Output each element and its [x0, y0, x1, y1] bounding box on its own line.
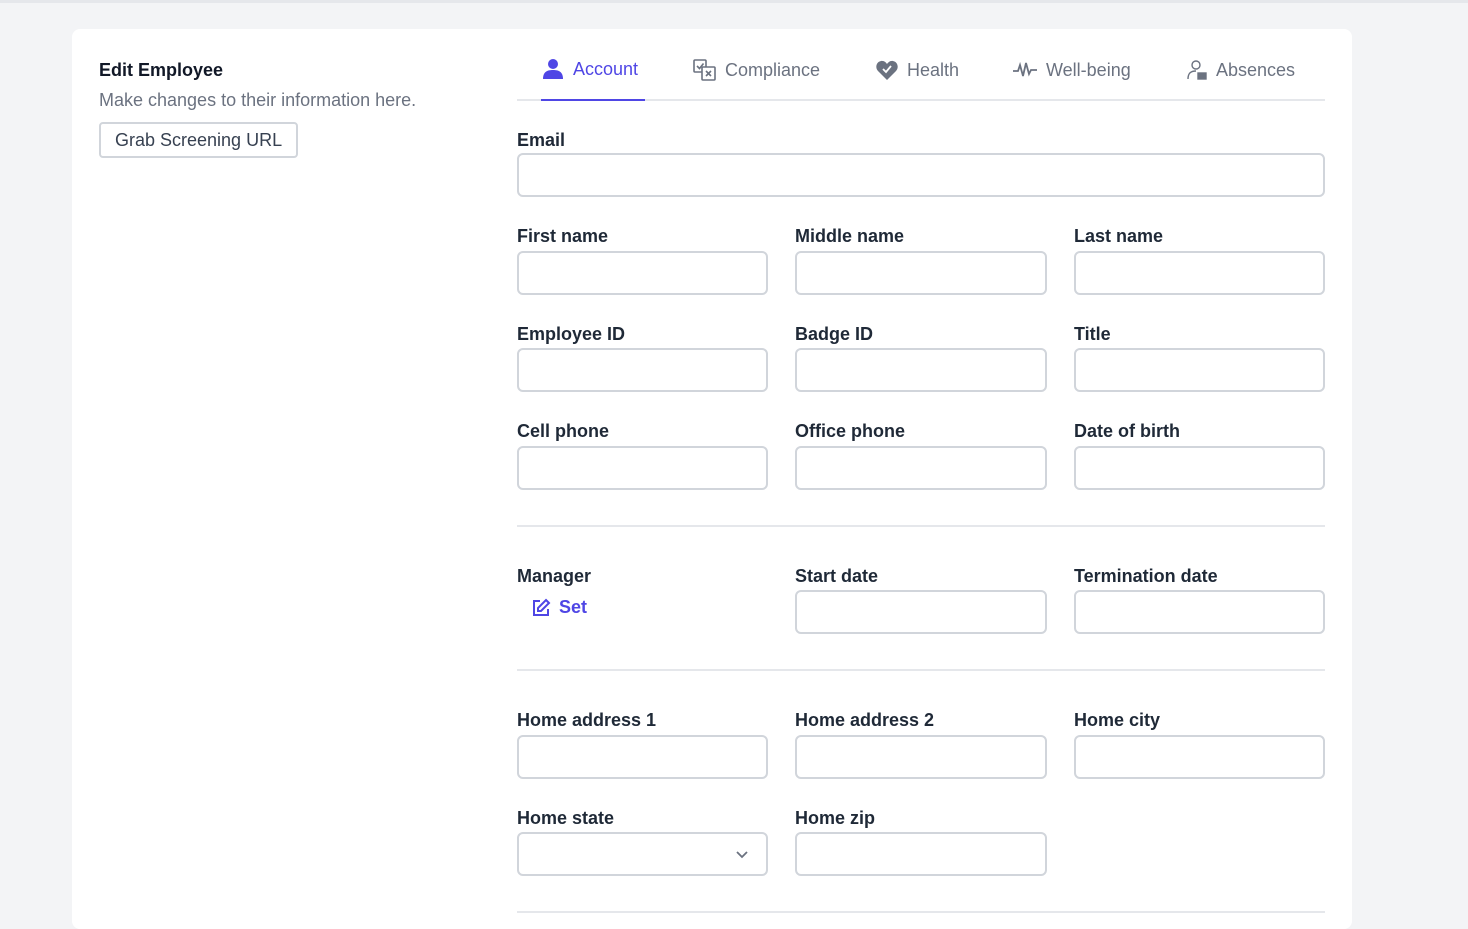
date-of-birth-field[interactable]: [1074, 446, 1325, 490]
edit-icon: [533, 598, 551, 616]
tab-well-being[interactable]: Well-being: [1012, 57, 1131, 83]
set-manager-link[interactable]: Set: [531, 597, 587, 618]
tab-well-being-label: Well-being: [1046, 59, 1131, 80]
heart-icon: [876, 60, 898, 80]
active-tab-indicator: [541, 99, 645, 101]
user-icon: [543, 59, 563, 79]
home-state-select[interactable]: [517, 832, 768, 876]
employee-id-label: Employee ID: [517, 324, 626, 344]
tab-account-label: Account: [573, 58, 639, 79]
start-date-label: Start date: [795, 566, 879, 586]
home-city-field[interactable]: [1074, 735, 1325, 779]
title-label: Title: [1074, 324, 1111, 344]
panel-intro: Edit Employee Make changes to their info…: [99, 59, 479, 158]
employee-id-field[interactable]: [517, 348, 768, 392]
email-label: Email: [517, 130, 566, 150]
tab-health[interactable]: Health: [875, 57, 959, 83]
section-divider: [517, 911, 1325, 913]
office-phone-field[interactable]: [795, 446, 1047, 490]
cell-phone-label: Cell phone: [517, 421, 610, 441]
edit-employee-card: Edit Employee Make changes to their info…: [72, 29, 1352, 929]
top-divider: [0, 0, 1468, 3]
home-zip-label: Home zip: [795, 808, 876, 828]
set-manager-label: Set: [559, 597, 588, 617]
section-divider: [517, 669, 1325, 671]
tab-account[interactable]: Account: [541, 56, 638, 82]
home-address-1-field[interactable]: [517, 735, 768, 779]
badge-id-field[interactable]: [795, 348, 1047, 392]
last-name-field[interactable]: [1074, 251, 1325, 295]
home-city-label: Home city: [1074, 710, 1161, 730]
section-divider: [517, 525, 1325, 527]
chevron-down-icon: [736, 851, 748, 859]
home-address-2-field[interactable]: [795, 735, 1047, 779]
home-address-2-label: Home address 2: [795, 710, 935, 730]
tab-absences-label: Absences: [1216, 59, 1296, 80]
date-of-birth-label: Date of birth: [1074, 421, 1180, 441]
employee-form: Account Compliance Health Well-being Abs…: [517, 29, 1325, 913]
tab-health-label: Health: [907, 59, 960, 80]
first-name-field[interactable]: [517, 251, 768, 295]
panel-title: Edit Employee: [99, 60, 224, 80]
last-name-label: Last name: [1074, 226, 1164, 246]
home-zip-field[interactable]: [795, 832, 1047, 876]
compliance-icon: [693, 59, 716, 81]
title-field[interactable]: [1074, 348, 1325, 392]
email-field[interactable]: [517, 153, 1325, 197]
home-address-1-label: Home address 1: [517, 710, 657, 730]
office-phone-label: Office phone: [795, 421, 906, 441]
first-name-label: First name: [517, 226, 609, 246]
start-date-field[interactable]: [795, 590, 1047, 634]
tab-compliance-label: Compliance: [725, 59, 821, 80]
termination-date-label: Termination date: [1074, 566, 1218, 586]
home-state-label: Home state: [517, 808, 615, 828]
termination-date-field[interactable]: [1074, 590, 1325, 634]
tab-bar: Account Compliance Health Well-being Abs…: [517, 29, 1325, 101]
panel-subtitle: Make changes to their information here.: [99, 90, 417, 110]
badge-id-label: Badge ID: [795, 324, 874, 344]
tab-compliance[interactable]: Compliance: [693, 57, 820, 83]
tab-absences[interactable]: Absences: [1186, 57, 1295, 83]
cell-phone-field[interactable]: [517, 446, 768, 490]
middle-name-field[interactable]: [795, 251, 1047, 295]
pulse-icon: [1013, 61, 1037, 77]
manager-label: Manager: [517, 566, 592, 586]
middle-name-label: Middle name: [795, 226, 905, 246]
absence-person-icon: [1187, 60, 1207, 80]
grab-screening-url-button[interactable]: Grab Screening URL: [99, 122, 299, 158]
